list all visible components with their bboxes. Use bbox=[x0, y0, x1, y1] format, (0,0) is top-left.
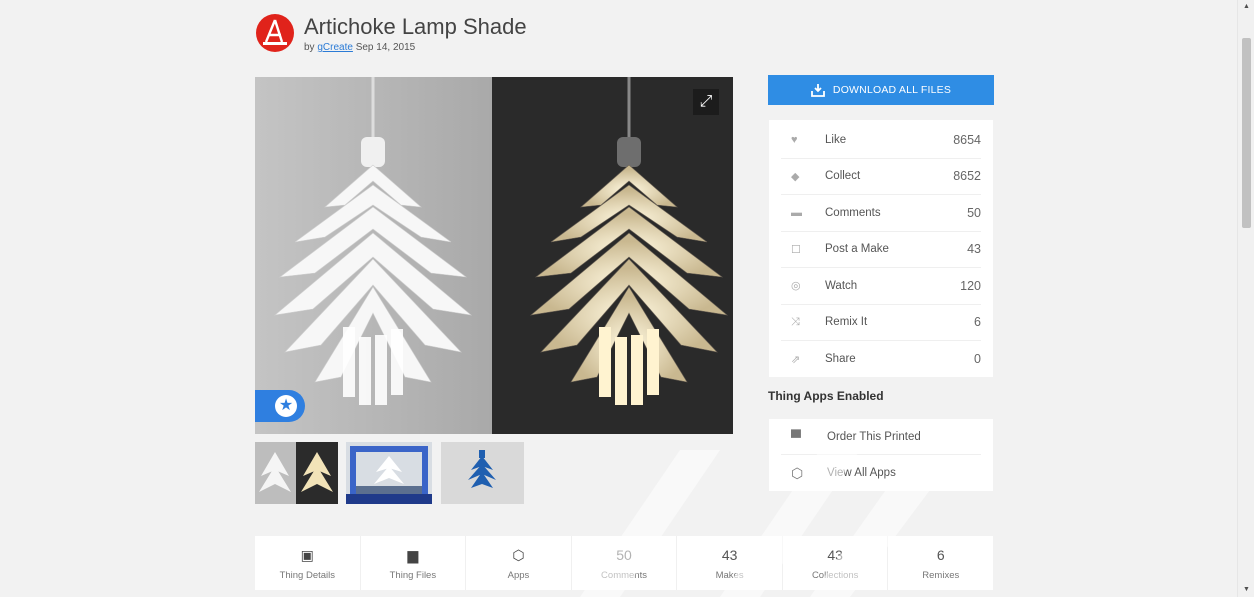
comment-icon: ▬ bbox=[791, 206, 802, 219]
tab-apps[interactable]: ⬡ Apps bbox=[466, 536, 572, 590]
apps-panel: ▀ Order This Printed ⬡ View All Apps bbox=[769, 419, 993, 491]
stat-label: Watch bbox=[825, 279, 858, 292]
thumbnail-3[interactable] bbox=[441, 442, 524, 504]
share-row[interactable]: ⇗ Share 0 bbox=[781, 341, 981, 378]
book-icon: ▣ bbox=[300, 546, 314, 563]
tab-thing-files[interactable]: ▆ Thing Files bbox=[361, 536, 467, 590]
author-link[interactable]: gCreate bbox=[317, 42, 353, 53]
tab-count: 6 bbox=[936, 546, 945, 563]
shuffle-icon: ⤨ bbox=[791, 315, 800, 328]
lamp-photo bbox=[255, 77, 733, 434]
view-all-apps-item[interactable]: ⬡ View All Apps bbox=[781, 455, 981, 491]
thumbnail-1[interactable] bbox=[255, 442, 338, 504]
stat-label: Comments bbox=[825, 206, 881, 219]
collect-row[interactable]: ◆ Collect 8652 bbox=[781, 159, 981, 195]
heart-icon: ♥ bbox=[791, 133, 798, 146]
folder-icon: ▆ bbox=[407, 546, 419, 563]
thumbnail-2[interactable] bbox=[346, 442, 432, 504]
expand-icon[interactable]: ⤢ bbox=[693, 89, 719, 115]
thumbnail-strip bbox=[255, 442, 524, 504]
eye-icon: ◎ bbox=[791, 280, 801, 293]
tab-thing-details[interactable]: ▣ Thing Details bbox=[255, 536, 361, 590]
tab-label: Thing Files bbox=[389, 569, 437, 581]
tab-label: Makes bbox=[715, 569, 744, 581]
main-image[interactable]: ⤢ ★ bbox=[255, 77, 733, 434]
post-make-icon: ☐ bbox=[791, 243, 801, 256]
tab-count: 50 bbox=[616, 546, 632, 563]
tab-label: Remixes bbox=[922, 569, 960, 581]
cube-icon: ⬡ bbox=[512, 546, 525, 563]
thing-header: Artichoke Lamp Shade by gCreate Sep 14, … bbox=[256, 10, 527, 60]
stat-label: Post a Make bbox=[825, 243, 889, 256]
scrollbar-thumb[interactable] bbox=[1242, 38, 1251, 228]
download-icon bbox=[811, 84, 825, 97]
stat-value: 6 bbox=[974, 315, 981, 330]
stat-label: Remix It bbox=[825, 316, 868, 329]
scroll-down-icon[interactable]: ▼ bbox=[1238, 583, 1254, 597]
download-all-button[interactable]: DOWNLOAD ALL FILES bbox=[768, 75, 994, 105]
thing-tabs: ▣ Thing Details ▆ Thing Files ⬡ Apps 50 … bbox=[255, 536, 993, 590]
stat-label: Collect bbox=[825, 170, 861, 183]
page-scrollbar[interactable]: ▲ ▼ bbox=[1237, 0, 1254, 597]
tab-comments[interactable]: 50 Comments bbox=[572, 536, 678, 590]
download-label: DOWNLOAD ALL FILES bbox=[832, 84, 952, 96]
tab-label: Comments bbox=[601, 569, 647, 581]
tab-remixes[interactable]: 6 Remixes bbox=[888, 536, 993, 590]
stat-label: Share bbox=[825, 353, 856, 366]
tab-label: Collections bbox=[811, 569, 859, 581]
star-icon: ★ bbox=[275, 395, 297, 417]
byline-prefix: by bbox=[304, 42, 315, 53]
tab-count: 43 bbox=[721, 546, 738, 563]
printer-icon: ▀ bbox=[791, 428, 801, 445]
like-row[interactable]: ♥ Like 8654 bbox=[781, 122, 981, 159]
tab-label: Thing Details bbox=[279, 569, 336, 581]
cube-icon: ⬡ bbox=[791, 464, 804, 481]
comments-row[interactable]: ▬ Comments 50 bbox=[781, 195, 981, 232]
tab-label: Apps bbox=[507, 569, 530, 581]
publish-date: Sep 14, 2015 bbox=[355, 42, 416, 53]
watch-row[interactable]: ◎ Watch 120 bbox=[781, 268, 981, 305]
stat-value: 50 bbox=[967, 205, 981, 220]
avatar-logo-icon bbox=[263, 19, 287, 45]
tab-makes[interactable]: 43 Makes bbox=[677, 536, 783, 590]
collect-icon: ◆ bbox=[791, 170, 800, 183]
stat-label: Like bbox=[825, 133, 847, 146]
stat-value: 120 bbox=[960, 278, 981, 293]
apps-heading: Thing Apps Enabled bbox=[768, 389, 884, 403]
page-title: Artichoke Lamp Shade bbox=[304, 14, 527, 39]
stat-value: 8654 bbox=[953, 132, 981, 147]
tab-collections[interactable]: 43 Collections bbox=[783, 536, 889, 590]
share-icon: ⇗ bbox=[791, 353, 801, 366]
stat-value: 8652 bbox=[953, 169, 981, 184]
featured-badge[interactable]: ★ bbox=[255, 390, 305, 422]
app-label: Order This Printed bbox=[827, 430, 921, 443]
scroll-up-icon[interactable]: ▲ bbox=[1238, 0, 1254, 14]
order-printed-item[interactable]: ▀ Order This Printed bbox=[781, 419, 981, 455]
stat-value: 0 bbox=[974, 352, 981, 367]
stats-panel: ♥ Like 8654 ◆ Collect 8652 ▬ Comments 50… bbox=[769, 120, 993, 377]
app-label: View All Apps bbox=[827, 467, 896, 479]
post-make-row[interactable]: ☐ Post a Make 43 bbox=[781, 232, 981, 268]
byline: by gCreate Sep 14, 2015 bbox=[304, 42, 527, 53]
author-avatar[interactable] bbox=[256, 14, 294, 52]
tab-count: 43 bbox=[827, 546, 843, 563]
stat-value: 43 bbox=[967, 242, 981, 257]
remix-row[interactable]: ⤨ Remix It 6 bbox=[781, 305, 981, 341]
